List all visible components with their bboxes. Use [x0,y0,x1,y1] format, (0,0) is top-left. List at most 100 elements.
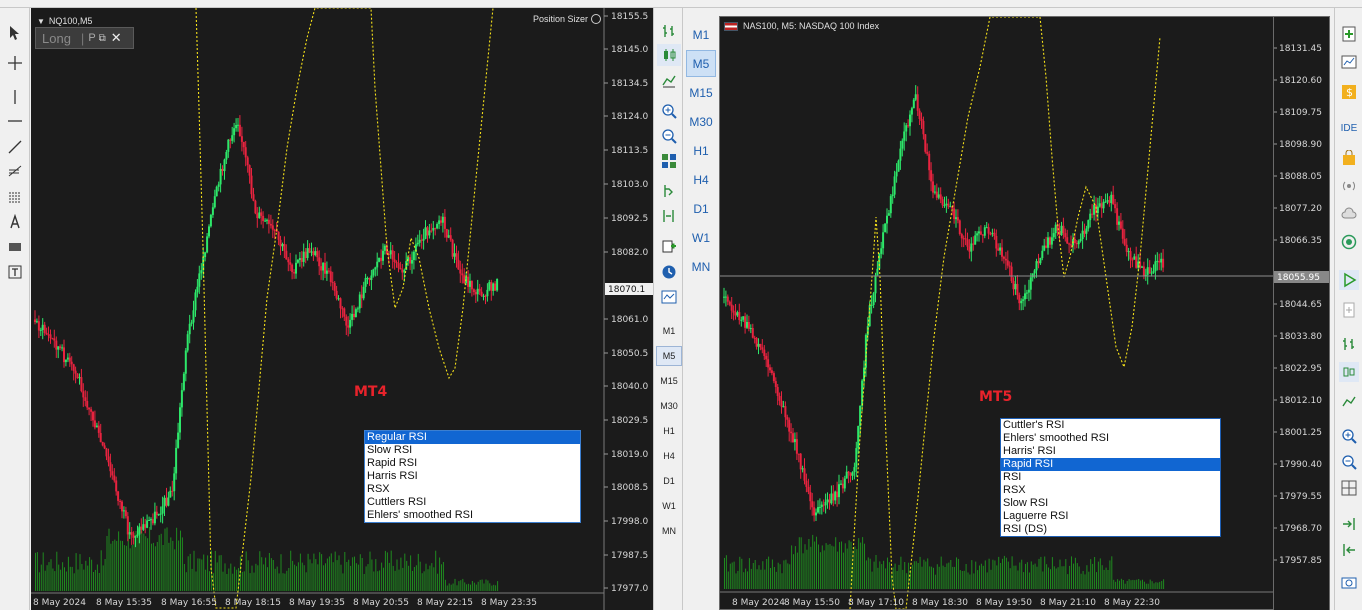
dollar-icon[interactable]: $ [1339,82,1359,102]
rsi-list-item[interactable]: Laguerre RSI [1001,510,1220,523]
mt5-rsi-list[interactable]: Cuttler's RSI Ehlers' smoothed RSI Harris'… [1000,418,1221,537]
timeframe-mn[interactable]: MN [686,253,716,280]
horizontal-line-icon[interactable] [3,110,27,132]
vertical-line-icon[interactable] [3,86,27,108]
timeframe-w1[interactable]: W1 [686,224,716,251]
fibonacci-icon[interactable] [3,160,27,182]
fibo-fan-icon[interactable] [3,186,27,208]
market-bag-icon[interactable] [1339,148,1359,168]
timeframe-m30[interactable]: M30 [686,108,716,135]
rsi-list-item[interactable]: Rapid RSI [1001,458,1220,471]
rsi-list-item[interactable]: Ehlers' smoothed RSI [1001,432,1220,445]
rsi-list-item[interactable]: Harris RSI [365,470,580,483]
market-chart-icon[interactable] [1339,52,1359,72]
timeframe-d1[interactable]: D1 [656,471,682,491]
auto-scroll-icon[interactable] [1339,514,1359,534]
timeframe-m15[interactable]: M15 [656,371,682,391]
signal-icon[interactable] [1339,176,1359,196]
rsi-list-item[interactable]: Cuttler's RSI [1001,419,1220,432]
new-order-icon[interactable] [1339,24,1359,44]
timeframe-m1[interactable]: M1 [656,321,682,341]
periods-clock-icon[interactable] [657,261,681,283]
chart-shift-icon[interactable] [1339,540,1359,560]
bar-chart-icon[interactable] [657,20,681,42]
tile-windows-icon[interactable] [657,150,681,172]
rsi-list-item[interactable]: Harris' RSI [1001,445,1220,458]
templates-icon[interactable] [657,286,681,308]
position-sizer-label[interactable]: Position Sizer [533,14,602,24]
rectangle-icon[interactable] [3,236,27,258]
volume-bar [725,555,727,589]
time-axis-label: 8 May 18:15 [225,598,281,608]
mode-button[interactable]: P [88,32,95,44]
trendline-icon[interactable] [3,136,27,158]
timeframe-m15[interactable]: M15 [686,79,716,106]
volume-bar [311,563,313,591]
direction-toggle[interactable]: Long [36,31,71,46]
timeframe-m5[interactable]: M5 [686,50,716,77]
timeframe-mn[interactable]: MN [656,521,682,541]
close-icon[interactable]: ✕ [111,30,122,46]
cursor-arrow-icon[interactable] [3,22,27,44]
rsi-list-item[interactable]: Rapid RSI [365,457,580,470]
volume-bar [183,564,185,591]
candlestick-icon[interactable] [657,44,681,66]
dropdown-triangle-icon[interactable]: ▼ [37,17,45,26]
rsi-list-item[interactable]: Slow RSI [365,444,580,457]
bar-chart-icon[interactable] [1339,334,1359,354]
price-axis-label: 18109.75 [1279,108,1322,118]
timeframe-h4[interactable]: H4 [656,446,682,466]
grid-icon[interactable] [1339,478,1359,498]
timeframe-h1[interactable]: H1 [656,421,682,441]
rsi-list-item[interactable]: RSX [1001,484,1220,497]
zoom-in-icon[interactable] [1339,426,1359,446]
line-chart-icon[interactable] [1339,392,1359,412]
line-chart-icon[interactable] [657,70,681,92]
rsi-list-item[interactable]: Slow RSI [1001,497,1220,510]
timeframe-h4[interactable]: H4 [686,166,716,193]
rsi-list-item[interactable]: RSI [1001,471,1220,484]
rsi-list-item[interactable]: Cuttlers RSI [365,496,580,509]
candlestick-icon[interactable] [1339,362,1359,382]
ide-button[interactable]: IDE [1339,118,1359,138]
timeframe-w1[interactable]: W1 [656,496,682,516]
cloud-icon[interactable] [1339,204,1359,224]
timeframe-m1[interactable]: M1 [686,21,716,48]
chart-shift-icon[interactable] [657,205,681,227]
rsi-list-item[interactable]: RSI (DS) [1001,523,1220,536]
volume-bar [439,557,441,591]
auto-scroll-icon[interactable] [657,180,681,202]
zoom-out-icon[interactable] [657,125,681,147]
zoom-in-icon[interactable] [657,100,681,122]
timeframe-h1[interactable]: H1 [686,137,716,164]
candle-body [105,448,108,457]
candle-body [173,473,176,492]
timeframe-m5[interactable]: M5 [656,346,682,366]
page-add-icon[interactable] [1339,300,1359,320]
text-label-icon[interactable] [3,261,27,283]
volume-bar [36,552,38,591]
rsi-list-item[interactable]: Regular RSI [365,431,580,444]
close-circle-icon[interactable] [591,14,602,24]
candle-body [726,296,729,302]
volume-bar [435,550,437,591]
timeframe-d1[interactable]: D1 [686,195,716,222]
indicators-icon[interactable] [657,236,681,258]
candle-body [876,268,879,276]
rsi-list-item[interactable]: Ehlers' smoothed RSI [365,509,580,522]
screenshot-camera-icon[interactable] [1339,572,1359,592]
timeframe-m30[interactable]: M30 [656,396,682,416]
candle-body [910,108,913,115]
vps-icon[interactable] [1339,232,1359,252]
zoom-out-icon[interactable] [1339,452,1359,472]
volume-bar [60,569,62,591]
text-icon[interactable] [3,211,27,233]
play-icon[interactable] [1339,270,1359,290]
volume-bar [829,544,831,589]
volume-bar [176,527,178,591]
rsi-list-item[interactable]: RSX [365,483,580,496]
mt4-rsi-list[interactable]: Regular RSI Slow RSI Rapid RSI Harris RSI RS… [364,430,581,523]
restore-window-icon[interactable]: ⧉ [99,33,106,44]
candle-body [747,322,750,329]
crosshair-icon[interactable] [3,52,27,74]
